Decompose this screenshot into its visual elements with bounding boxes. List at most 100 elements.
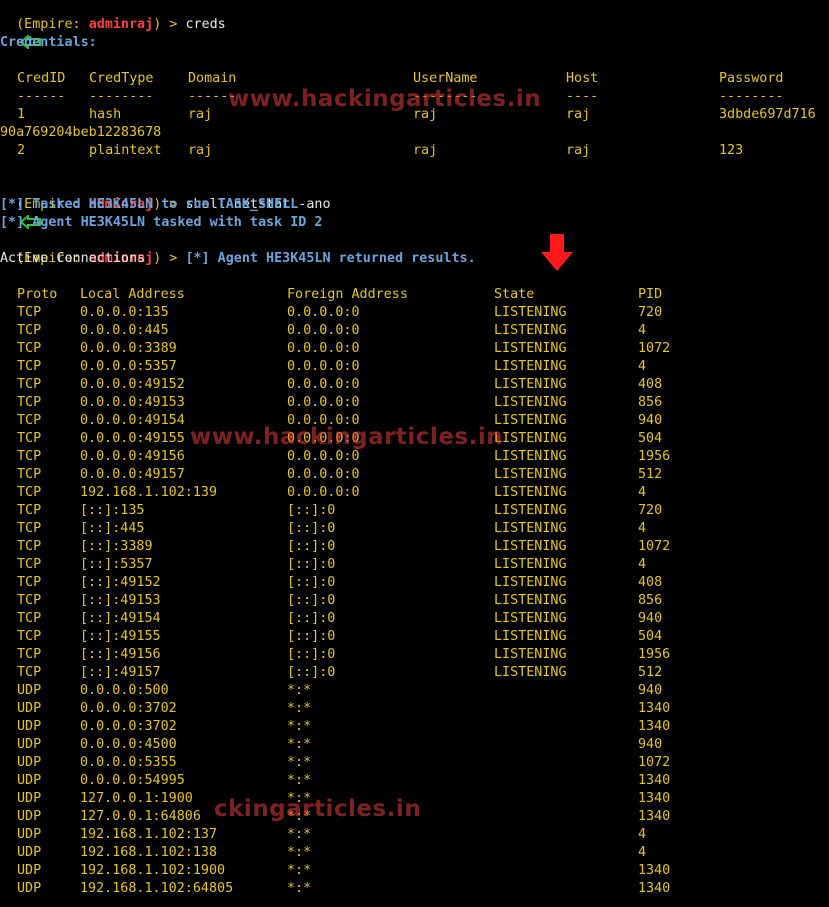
netstat-cell: 0.0.0.0:0 [287, 323, 360, 338]
netstat-cell: [::]:49157 [80, 665, 161, 680]
prompt-line-shell: (Empire: adminraj) > shell netstat -ano [0, 178, 331, 229]
netstat-cell: LISTENING [494, 611, 567, 626]
netstat-cell: TCP [17, 449, 42, 464]
netstat-cell: 512 [638, 665, 663, 680]
netstat-cell: 0.0.0.0:49155 [80, 431, 185, 446]
netstat-cell: UDP [17, 737, 42, 752]
netstat-header-cell: Local Address [80, 287, 185, 302]
prompt-line-results: (Empire: adminraj) > [*] Agent HE3K45LN … [0, 232, 476, 266]
netstat-cell: 720 [638, 503, 663, 518]
prompt-user: adminraj [88, 17, 154, 32]
netstat-cell: 192.168.1.102:139 [80, 485, 218, 500]
netstat-cell: 0.0.0.0:0 [287, 377, 360, 392]
netstat-cell: LISTENING [494, 521, 567, 536]
netstat-cell: TCP [17, 395, 42, 410]
credentials-cell: raj [413, 143, 438, 158]
netstat-cell: 0.0.0.0:0 [287, 305, 360, 320]
netstat-cell: LISTENING [494, 359, 567, 374]
netstat-cell: LISTENING [494, 431, 567, 446]
netstat-cell: UDP [17, 683, 42, 698]
netstat-cell: 1340 [638, 791, 671, 806]
netstat-cell: 0.0.0.0:0 [287, 449, 360, 464]
netstat-cell: 0.0.0.0:5357 [80, 359, 177, 374]
netstat-cell: 1340 [638, 863, 671, 878]
netstat-cell: 4 [638, 557, 647, 572]
netstat-cell: TCP [17, 341, 42, 356]
netstat-cell: 0.0.0.0:49156 [80, 449, 185, 464]
credentials-cell: CredID [17, 71, 66, 86]
netstat-cell: 940 [638, 413, 663, 428]
netstat-cell: UDP [17, 791, 42, 806]
message-tasked: [*] Tasked HE3K45LN to run TASK_SHELL [0, 197, 299, 212]
netstat-cell: TCP [17, 431, 42, 446]
netstat-cell: 0.0.0.0:500 [80, 683, 169, 698]
netstat-cell: [::]:0 [287, 539, 336, 554]
netstat-cell: UDP [17, 755, 42, 770]
netstat-cell: 0.0.0.0:3702 [80, 719, 177, 734]
netstat-cell: [::]:49154 [80, 611, 161, 626]
credentials-cell: 123 [719, 143, 744, 158]
netstat-cell: TCP [17, 521, 42, 536]
netstat-cell: LISTENING [494, 503, 567, 518]
watermark: www.hackingarticles.in [228, 86, 542, 112]
netstat-cell: 856 [638, 395, 663, 410]
netstat-cell: [::]:5357 [80, 557, 153, 572]
netstat-cell: 408 [638, 575, 663, 590]
netstat-cell: LISTENING [494, 485, 567, 500]
netstat-cell: [::]:0 [287, 503, 336, 518]
credentials-title: Credentials: [0, 35, 97, 50]
netstat-cell: [::]:0 [287, 521, 336, 536]
netstat-cell: LISTENING [494, 413, 567, 428]
netstat-cell: 0.0.0.0:5355 [80, 755, 177, 770]
netstat-cell: TCP [17, 503, 42, 518]
netstat-cell: LISTENING [494, 593, 567, 608]
netstat-cell: 4 [638, 485, 647, 500]
netstat-cell: 0.0.0.0:0 [287, 341, 360, 356]
netstat-cell: TCP [17, 467, 42, 482]
prompt-open: (Empire: [16, 17, 89, 32]
netstat-cell: LISTENING [494, 557, 567, 572]
netstat-cell: 1340 [638, 881, 671, 896]
netstat-cell: 504 [638, 431, 663, 446]
credentials-cell: CredType [89, 71, 154, 86]
prompt-line-creds: (Empire: adminraj) > creds [0, 0, 226, 49]
netstat-cell: LISTENING [494, 665, 567, 680]
netstat-cell: 940 [638, 737, 663, 752]
netstat-cell: TCP [17, 359, 42, 374]
netstat-cell: *:* [287, 719, 312, 734]
netstat-cell: LISTENING [494, 539, 567, 554]
netstat-cell: 192.168.1.102:138 [80, 845, 218, 860]
message-task-id: [*] Agent HE3K45LN tasked with task ID 2 [0, 215, 323, 230]
netstat-cell: 1956 [638, 647, 671, 662]
netstat-cell: [::]:0 [287, 665, 336, 680]
credentials-cell: 3dbde697d716 [719, 107, 816, 122]
watermark: ckingarticles.in [214, 796, 422, 822]
netstat-cell: 4 [638, 323, 647, 338]
netstat-cell: *:* [287, 701, 312, 716]
netstat-cell: [::]:445 [80, 521, 145, 536]
watermark: www.hackingarticles.in [190, 424, 504, 450]
netstat-cell: 192.168.1.102:1900 [80, 863, 226, 878]
netstat-cell: *:* [287, 683, 312, 698]
netstat-cell: 0.0.0.0:3389 [80, 341, 177, 356]
credentials-password-wrap: 90a769204beb12283678 [0, 125, 162, 140]
netstat-cell: 1072 [638, 755, 671, 770]
credentials-cell: 1 [17, 107, 26, 122]
netstat-cell: UDP [17, 809, 42, 824]
netstat-cell: 192.168.1.102:137 [80, 827, 218, 842]
netstat-cell: UDP [17, 773, 42, 788]
netstat-cell: 1340 [638, 773, 671, 788]
credentials-cell: hash [89, 107, 122, 122]
netstat-cell: *:* [287, 827, 312, 842]
netstat-header-cell: State [494, 287, 535, 302]
netstat-cell: TCP [17, 629, 42, 644]
netstat-cell: 4 [638, 521, 647, 536]
credentials-cell: plaintext [89, 143, 162, 158]
netstat-cell: TCP [17, 647, 42, 662]
netstat-header-cell: PID [638, 287, 663, 302]
netstat-cell: LISTENING [494, 575, 567, 590]
red-down-arrow-icon [541, 234, 573, 271]
netstat-cell: UDP [17, 827, 42, 842]
netstat-cell: 1956 [638, 449, 671, 464]
netstat-cell: [::]:49152 [80, 575, 161, 590]
